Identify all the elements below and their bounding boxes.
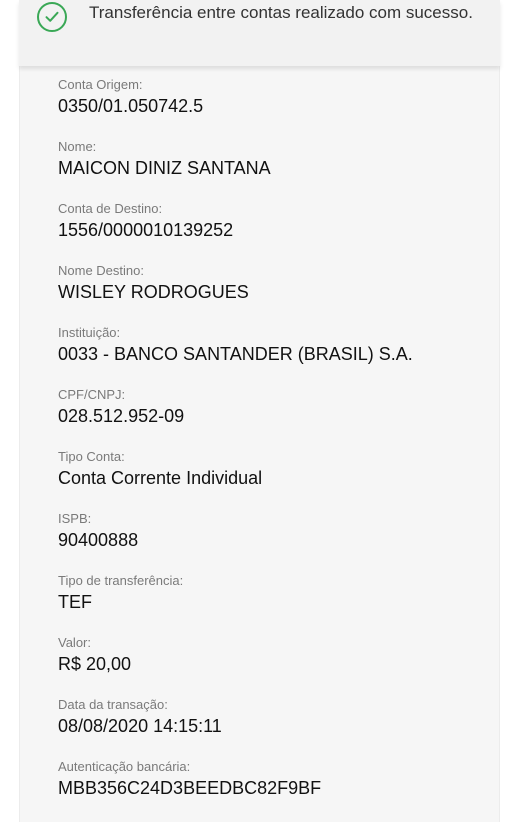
field-value: TEF xyxy=(58,592,92,612)
field-value: 0033 - BANCO SANTANDER (BRASIL) S.A. xyxy=(58,344,413,364)
field-autenticacao: Autenticação bancária: MBB356C24D3BEEDBC… xyxy=(58,758,508,820)
check-circle-icon xyxy=(37,2,67,32)
field-label: CPF/CNPJ: xyxy=(58,387,126,402)
success-banner: Transferência entre contas realizado com… xyxy=(19,0,500,66)
success-message: Transferência entre contas realizado com… xyxy=(89,3,473,22)
field-value: MBB356C24D3BEEDBC82F9BF xyxy=(58,778,322,798)
receipt-card: Conta Origem: 0350/01.050742.5 Nome: MAI… xyxy=(19,0,500,822)
field-valor: Valor: R$ 20,00 xyxy=(58,634,508,696)
field-conta-destino: Conta de Destino: 1556/0000010139252 xyxy=(58,200,508,262)
field-label: Tipo de transferência: xyxy=(58,573,184,588)
field-value: 028.512.952-09 xyxy=(58,406,185,426)
field-ispb: ISPB: 90400888 xyxy=(58,510,508,572)
field-value: 90400888 xyxy=(58,530,139,550)
checkmark-icon xyxy=(45,11,59,22)
field-label: Conta Origem: xyxy=(58,77,143,92)
field-value: 0350/01.050742.5 xyxy=(58,96,204,116)
field-value: MAICON DINIZ SANTANA xyxy=(58,158,271,178)
field-label: Valor: xyxy=(58,635,91,650)
field-tipo-conta: Tipo Conta: Conta Corrente Individual xyxy=(58,448,508,510)
field-value: 1556/0000010139252 xyxy=(58,220,234,240)
field-label: Autenticação bancária: xyxy=(58,759,191,774)
field-nome-destino: Nome Destino: WISLEY RODROGUES xyxy=(58,262,508,324)
field-instituicao: Instituição: 0033 - BANCO SANTANDER (BRA… xyxy=(58,324,508,386)
field-data-transacao: Data da transação: 08/08/2020 14:15:11 xyxy=(58,696,508,758)
field-conta-origem: Conta Origem: 0350/01.050742.5 xyxy=(58,76,508,138)
field-value: Conta Corrente Individual xyxy=(58,468,263,488)
field-label: Nome: xyxy=(58,139,97,154)
field-label: Conta de Destino: xyxy=(58,201,163,216)
field-label: ISPB: xyxy=(58,511,92,526)
field-value: R$ 20,00 xyxy=(58,654,132,674)
field-label: Tipo Conta: xyxy=(58,449,125,464)
receipt-fields: Conta Origem: 0350/01.050742.5 Nome: MAI… xyxy=(58,76,508,820)
receipt-screen: Conta Origem: 0350/01.050742.5 Nome: MAI… xyxy=(0,0,520,822)
field-tipo-transferencia: Tipo de transferência: TEF xyxy=(58,572,508,634)
field-cpf-cnpj: CPF/CNPJ: 028.512.952-09 xyxy=(58,386,508,448)
field-value: 08/08/2020 14:15:11 xyxy=(58,716,222,736)
field-value: WISLEY RODROGUES xyxy=(58,282,249,302)
field-label: Instituição: xyxy=(58,325,121,340)
field-label: Data da transação: xyxy=(58,697,168,712)
field-nome: Nome: MAICON DINIZ SANTANA xyxy=(58,138,508,200)
field-label: Nome Destino: xyxy=(58,263,144,278)
